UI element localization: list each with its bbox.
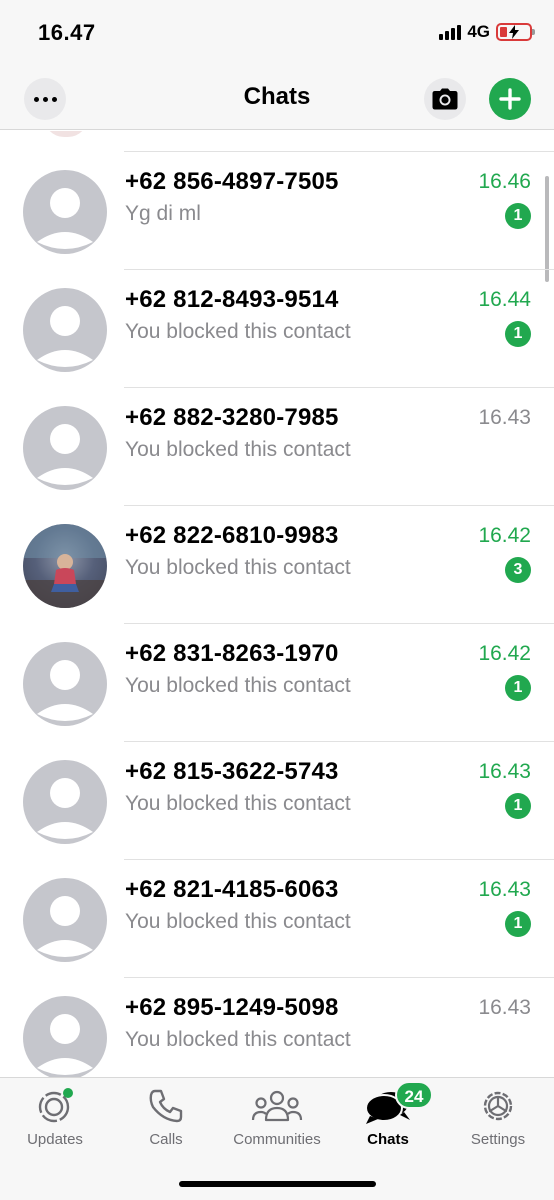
chat-name: +62 822-6810-9983 [125, 522, 339, 549]
chat-row[interactable]: +62 822-6810-9983 You blocked this conta… [0, 506, 554, 624]
chat-name: +62 856-4897-7505 [125, 168, 339, 195]
signal-icon [439, 24, 462, 40]
default-avatar-icon [23, 406, 107, 490]
chat-time: 16.43 [478, 996, 531, 1019]
camera-button[interactable] [424, 78, 466, 120]
tab-label: Updates [27, 1131, 83, 1148]
status-bar: 16.47 4G [0, 0, 554, 66]
status-indicators: 4G [439, 22, 535, 42]
chat-preview: You blocked this contact [125, 320, 351, 343]
page-title: Chats [243, 83, 311, 110]
chat-row[interactable]: +62 882-3280-7985 You blocked this conta… [0, 388, 554, 506]
tab-label: Calls [149, 1131, 183, 1148]
chat-row[interactable]: +62 856-4897-7505 Yg di ml 16.46 1 [0, 152, 554, 270]
chat-name: +62 815-3622-5743 [125, 758, 339, 785]
chat-row[interactable]: +62 831-8263-1970 You blocked this conta… [0, 624, 554, 742]
chat-row[interactable]: +62 815-3622-5743 You blocked this conta… [0, 742, 554, 860]
tab-label: Communities [233, 1131, 321, 1148]
unread-badge: 1 [505, 321, 531, 347]
chat-time: 16.42 [478, 524, 531, 547]
chat-row[interactable]: +62 812-8493-9514 You blocked this conta… [0, 270, 554, 388]
updates-icon [38, 1088, 73, 1123]
chat-preview: You blocked this contact [125, 438, 351, 461]
tab-settings[interactable]: Settings [443, 1086, 553, 1156]
chat-row[interactable]: +62 821-4185-6063 You blocked this conta… [0, 860, 554, 978]
unread-badge: 1 [505, 675, 531, 701]
chat-name: +62 812-8493-9514 [125, 286, 339, 313]
phone-icon [149, 1089, 183, 1123]
battery-charging-icon [496, 23, 535, 41]
avatar [44, 131, 88, 137]
chat-row[interactable]: +62 895-1249-5098 You blocked this conta… [0, 978, 554, 1077]
default-avatar-icon [23, 760, 107, 844]
chat-name: +62 831-8263-1970 [125, 640, 339, 667]
chat-time: 16.43 [478, 878, 531, 901]
chat-name: +62 821-4185-6063 [125, 876, 339, 903]
chat-name: +62 882-3280-7985 [125, 404, 339, 431]
chat-time: 16.42 [478, 642, 531, 665]
plus-icon [499, 88, 521, 110]
chat-time: 16.46 [478, 170, 531, 193]
chat-preview: You blocked this contact [125, 674, 351, 697]
chat-preview: You blocked this contact [125, 1028, 351, 1051]
profile-photo [23, 524, 107, 608]
unread-badge: 1 [505, 911, 531, 937]
default-avatar-icon [23, 288, 107, 372]
chat-preview: You blocked this contact [125, 910, 351, 933]
unread-badge: 3 [505, 557, 531, 583]
chat-time: 16.43 [478, 406, 531, 429]
camera-icon [432, 88, 458, 110]
default-avatar-icon [23, 642, 107, 726]
unread-badge: 1 [505, 203, 531, 229]
settings-icon [483, 1091, 513, 1121]
tab-label: Chats [367, 1131, 409, 1148]
communities-icon [251, 1090, 303, 1122]
tab-calls[interactable]: Calls [111, 1086, 221, 1156]
chat-preview: You blocked this contact [125, 556, 351, 579]
network-type: 4G [467, 22, 490, 41]
tab-chats[interactable]: Chats 24 [333, 1081, 443, 1156]
default-avatar-icon [23, 170, 107, 254]
chat-name: +62 895-1249-5098 [125, 994, 339, 1021]
tab-label: Settings [470, 1131, 526, 1148]
chats-header: Chats [0, 66, 554, 130]
home-indicator[interactable] [179, 1181, 376, 1187]
default-avatar-icon [23, 996, 107, 1077]
default-avatar-icon [23, 878, 107, 962]
new-chat-button[interactable] [489, 78, 531, 120]
unread-badge: 1 [505, 793, 531, 819]
chat-preview: You blocked this contact [125, 792, 351, 815]
status-time: 16.47 [38, 20, 96, 45]
tab-updates[interactable]: Updates [0, 1086, 110, 1156]
chat-time: 16.44 [478, 288, 531, 311]
chat-preview: Yg di ml [125, 202, 201, 225]
tab-communities[interactable]: Communities [222, 1086, 332, 1156]
chat-time: 16.43 [478, 760, 531, 783]
chat-list[interactable]: +62 856-4897-7505 Yg di ml 16.46 1 +62 8… [0, 131, 554, 1077]
tab-badge: 24 [395, 1081, 433, 1109]
